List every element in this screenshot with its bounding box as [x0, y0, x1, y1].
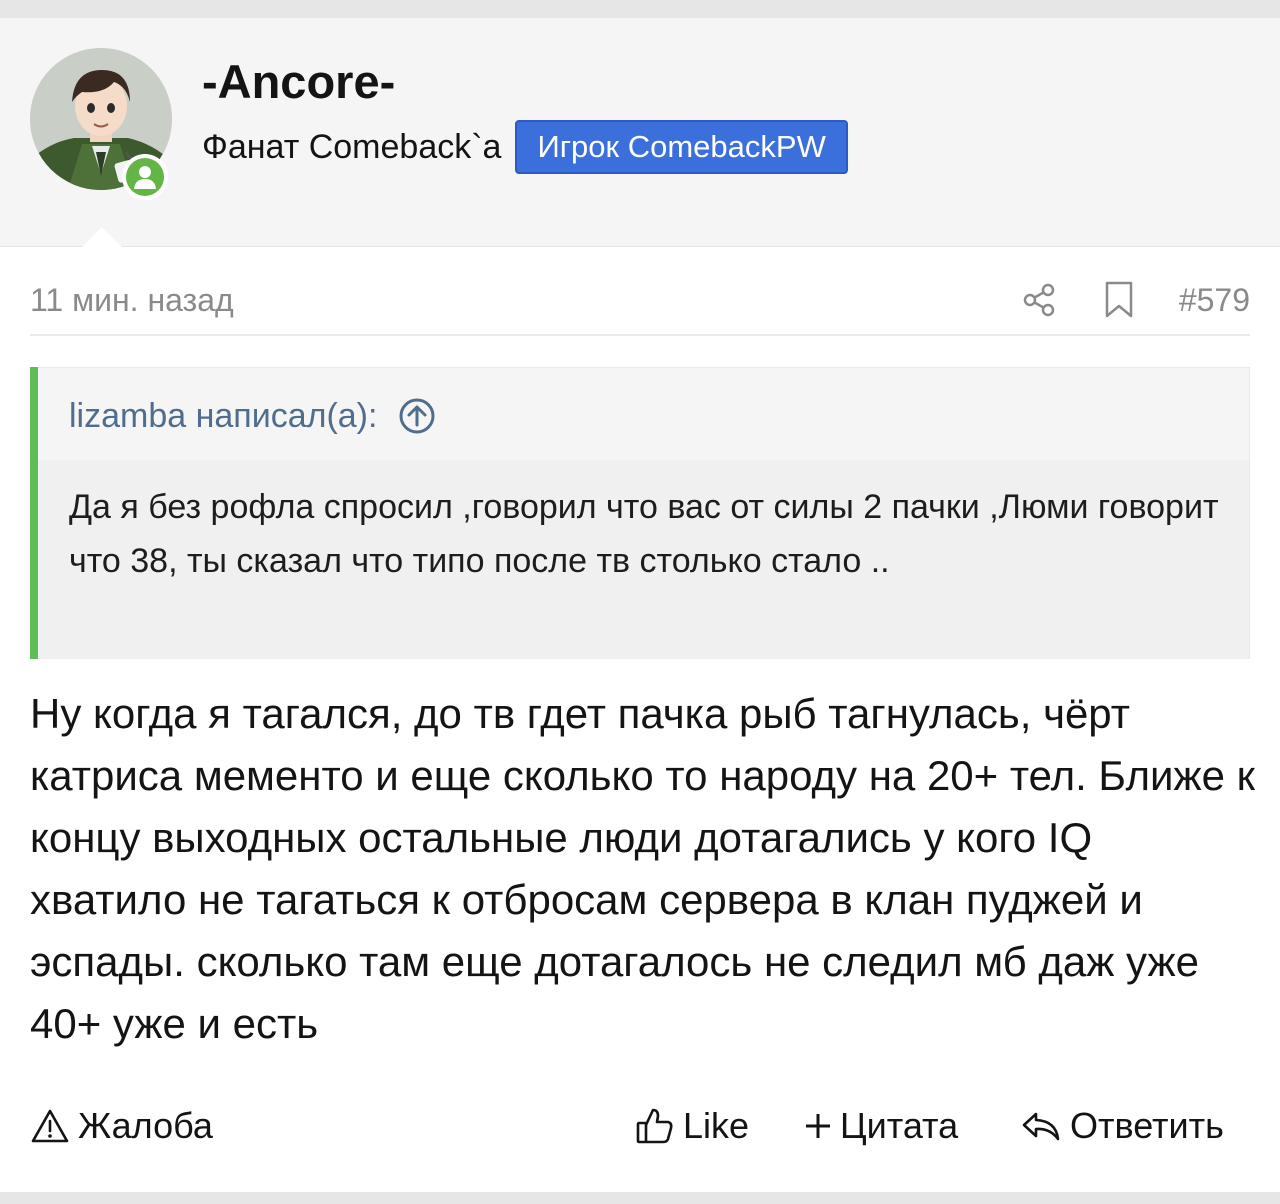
- reply-label: Ответить: [1070, 1105, 1224, 1146]
- report-button[interactable]: Жалоба: [30, 1098, 213, 1154]
- user-title-row: Фанат Comeback`a Игрок ComebackPW: [202, 120, 848, 174]
- quote-label: Цитата: [840, 1105, 959, 1146]
- post-meta: 11 мин. назад #579: [30, 270, 1250, 336]
- post-body-text: Ну когда я тагался, до тв гдет пачка рыб…: [30, 690, 1255, 1047]
- user-banner: Игрок ComebackPW: [515, 120, 848, 174]
- quote-text: Да я без рофла спросил ,говорил что вас …: [69, 488, 1219, 580]
- quote-body: Да я без рофла спросил ,говорил что вас …: [38, 460, 1249, 659]
- reply-icon: [1020, 1108, 1062, 1144]
- arrow-up-circle-icon[interactable]: [397, 396, 437, 436]
- reply-button[interactable]: Ответить: [1020, 1098, 1224, 1154]
- like-button[interactable]: Like: [635, 1098, 749, 1154]
- bookmark-icon[interactable]: [1099, 280, 1139, 320]
- warning-icon: [30, 1108, 70, 1144]
- top-divider: [0, 0, 1280, 18]
- thumbs-up-icon: [635, 1106, 675, 1146]
- quote-accent-bar: [30, 367, 38, 659]
- report-label: Жалоба: [78, 1105, 213, 1146]
- quote-button[interactable]: Цитата: [804, 1098, 958, 1154]
- username[interactable]: -Ancore-: [202, 54, 395, 110]
- avatar[interactable]: [30, 48, 172, 200]
- post-author-header: -Ancore- Фанат Comeback`a Игрок Comeback…: [0, 18, 1280, 247]
- header-pointer: [80, 227, 124, 249]
- quote-header: lizamba написал(а):: [69, 390, 437, 442]
- user-icon: [126, 158, 164, 196]
- quote-block: lizamba написал(а): Да я без рофла спрос…: [30, 367, 1250, 659]
- quote-author-link[interactable]: lizamba написал(а):: [69, 390, 377, 442]
- online-status-badge: [122, 154, 168, 200]
- post-number[interactable]: #579: [1179, 280, 1250, 320]
- post-footer-actions: Жалоба Like Цитата Ответить: [30, 1098, 1250, 1154]
- post-time[interactable]: 11 мин. назад: [30, 280, 234, 320]
- plus-icon: [804, 1112, 832, 1140]
- share-icon[interactable]: [1019, 280, 1059, 320]
- like-label: Like: [683, 1105, 750, 1146]
- bottom-divider: [0, 1192, 1280, 1204]
- user-title: Фанат Comeback`a: [202, 128, 502, 166]
- post-meta-actions: #579: [1019, 278, 1250, 322]
